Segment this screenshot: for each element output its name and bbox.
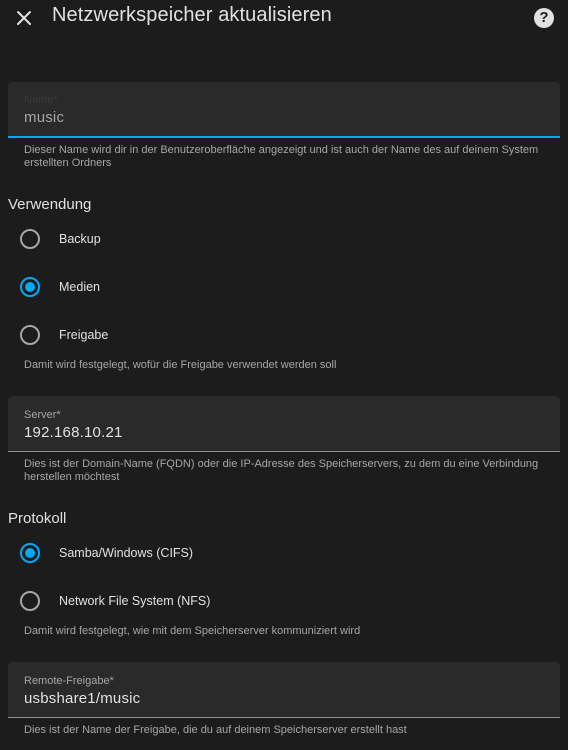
- usage-title: Verwendung: [8, 196, 92, 213]
- protocol-helper: Damit wird festgelegt, wie mit dem Speic…: [24, 625, 361, 637]
- radio-button-checked[interactable]: [20, 543, 40, 563]
- network-storage-dialog: Netzwerkspeicher aktualisieren ? Name* m…: [0, 0, 568, 750]
- protocol-option-label: Samba/Windows (CIFS): [59, 546, 194, 560]
- remote-share-field-helper: Dies ist der Name der Freigabe, die du a…: [24, 724, 407, 736]
- help-icon: ?: [539, 9, 549, 26]
- radio-button[interactable]: [20, 325, 40, 345]
- dialog-title: Netzwerkspeicher aktualisieren: [52, 4, 332, 26]
- close-button[interactable]: [12, 6, 36, 30]
- help-button[interactable]: ?: [534, 8, 554, 28]
- server-field-helper: Dies ist der Domain-Name (FQDN) oder die…: [24, 458, 539, 483]
- close-icon: [17, 11, 31, 25]
- server-field-label: Server*: [24, 409, 61, 421]
- radio-button[interactable]: [20, 591, 40, 611]
- radio-button-checked[interactable]: [20, 277, 40, 297]
- dialog-header: Netzwerkspeicher aktualisieren ?: [0, 0, 568, 36]
- usage-option-label: Freigabe: [59, 328, 109, 342]
- protocol-option-nfs[interactable]: Network File System (NFS): [20, 589, 210, 613]
- name-field-label: Name*: [24, 94, 58, 106]
- usage-option-backup[interactable]: Backup: [20, 227, 101, 251]
- remote-share-field[interactable]: Remote-Freigabe* usbshare1/music: [8, 662, 560, 718]
- name-field-helper: Dieser Name wird dir in der Benutzerober…: [24, 144, 539, 169]
- protocol-option-cifs[interactable]: Samba/Windows (CIFS): [20, 541, 193, 565]
- name-field-value: music: [24, 109, 65, 126]
- remote-share-field-value: usbshare1/music: [24, 690, 141, 707]
- name-field[interactable]: Name* music: [8, 82, 560, 138]
- remote-share-field-label: Remote-Freigabe*: [24, 675, 114, 687]
- protocol-title: Protokoll: [8, 510, 67, 527]
- server-field[interactable]: Server* 192.168.10.21: [8, 396, 560, 452]
- usage-option-freigabe[interactable]: Freigabe: [20, 323, 108, 347]
- usage-helper: Damit wird festgelegt, wofür die Freigab…: [24, 359, 337, 371]
- usage-option-label: Medien: [59, 280, 100, 294]
- usage-option-label: Backup: [59, 232, 101, 246]
- protocol-option-label: Network File System (NFS): [59, 594, 211, 608]
- usage-option-medien[interactable]: Medien: [20, 275, 100, 299]
- server-field-value: 192.168.10.21: [24, 424, 123, 441]
- radio-button[interactable]: [20, 229, 40, 249]
